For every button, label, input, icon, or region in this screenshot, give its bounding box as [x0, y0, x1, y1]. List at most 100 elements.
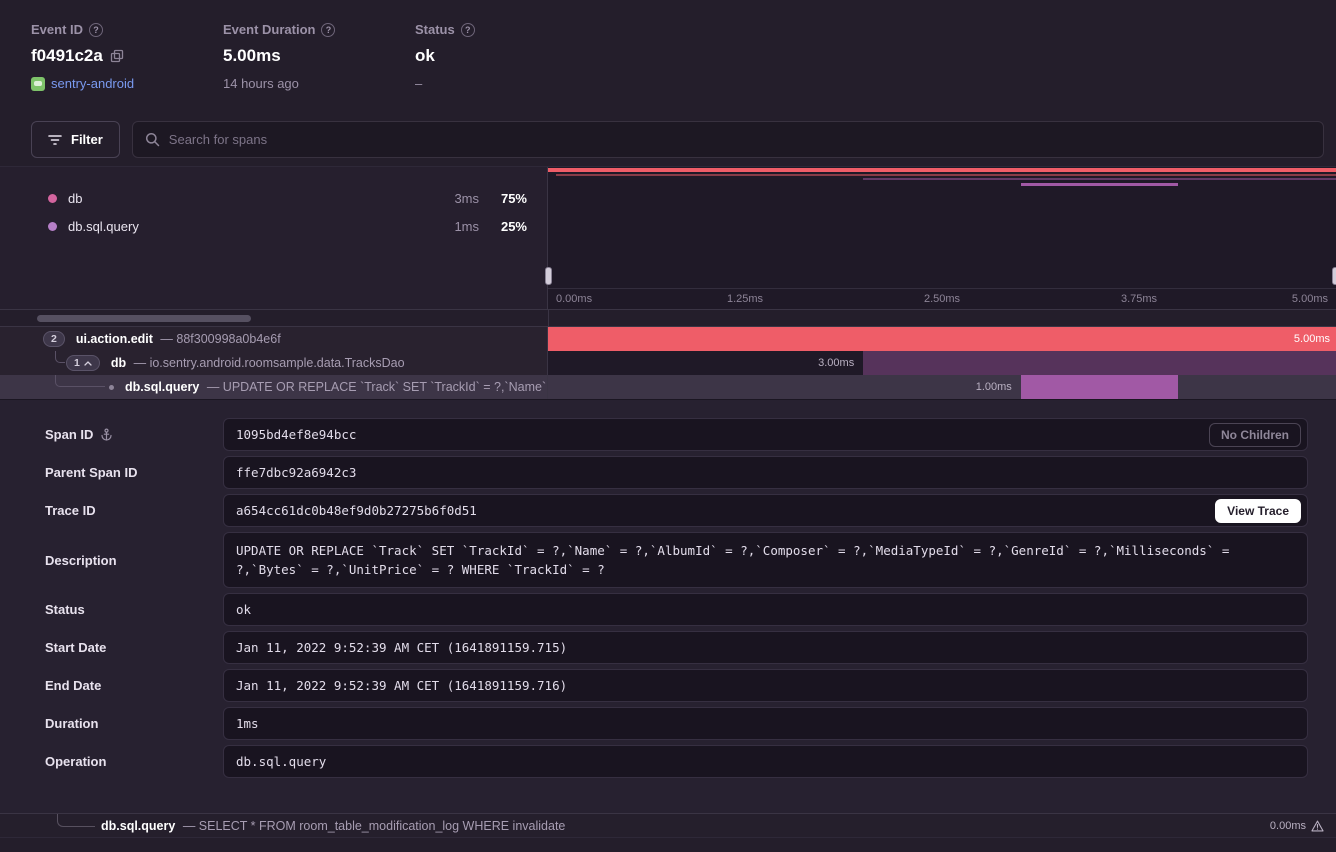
span-duration-label: 0.00ms	[1270, 820, 1306, 832]
span-title: db.sql.query — SELECT * FROM room_table_…	[101, 819, 565, 833]
project-link[interactable]: sentry-android	[51, 76, 134, 91]
ops-breakdown-row-db-sql-query[interactable]: db.sql.query 1ms 25%	[0, 212, 547, 240]
copy-icon[interactable]	[110, 49, 124, 63]
filter-button[interactable]: Filter	[31, 121, 120, 158]
description-text: UPDATE OR REPLACE `Track` SET `TrackId` …	[236, 541, 1295, 579]
anchor-icon[interactable]	[100, 428, 113, 441]
span-row-tree-cell: 2 ui.action.edit — 88f300998a0b4e6f	[0, 327, 548, 351]
status-value: ok	[415, 46, 607, 66]
trace-id-text: a654cc61dc0b48ef9d0b27275b6f0d51	[236, 503, 477, 518]
span-row-bar-cell: 1.00ms	[548, 375, 1336, 399]
span-row-db-sql-query-selected[interactable]: db.sql.query — UPDATE OR REPLACE `Track`…	[0, 375, 1336, 399]
op-percentage: 75%	[479, 191, 527, 206]
project-icon	[31, 77, 45, 91]
minimap-span-ui-action	[548, 168, 1336, 172]
help-icon[interactable]	[89, 23, 103, 37]
event-id-value: f0491c2a	[31, 46, 103, 66]
detail-label-text: Description	[45, 544, 117, 577]
span-op: ui.action.edit	[76, 332, 153, 346]
detail-row-span-id: Span ID 1095bd4ef8e94bcc No Children	[45, 418, 1308, 451]
start-date-value: Jan 11, 2022 9:52:39 AM CET (1641891159.…	[223, 631, 1308, 664]
detail-label-text: Parent Span ID	[45, 456, 137, 489]
description-value: UPDATE OR REPLACE `Track` SET `TrackId` …	[223, 532, 1308, 588]
span-op: db.sql.query	[101, 819, 175, 833]
axis-tick: 2.50ms	[924, 293, 960, 305]
span-title: ui.action.edit — 88f300998a0b4e6f	[76, 332, 281, 346]
event-id-value-row: f0491c2a	[31, 46, 223, 66]
span-op: db	[111, 356, 126, 370]
op-duration: 1ms	[431, 219, 479, 234]
op-name: db	[68, 191, 431, 206]
axis-tick: 1.25ms	[727, 293, 763, 305]
tree-connector	[57, 814, 95, 827]
detail-row-description: Description UPDATE OR REPLACE `Track` SE…	[45, 532, 1308, 588]
help-icon[interactable]	[461, 23, 475, 37]
span-children-count: 1	[74, 357, 80, 369]
span-description: — io.sentry.android.roomsample.data.Trac…	[134, 356, 405, 370]
horizontal-scrollbar[interactable]	[37, 315, 251, 322]
op-name: db.sql.query	[68, 219, 431, 234]
event-header: Event ID f0491c2a sentry-android Event	[0, 0, 1336, 112]
axis-tick: 5.00ms	[1292, 293, 1328, 305]
span-title: db — io.sentry.android.roomsample.data.T…	[111, 356, 405, 370]
span-duration-bar[interactable]	[1021, 375, 1179, 399]
detail-label-text: Operation	[45, 745, 106, 778]
event-duration-label: Event Duration	[223, 22, 315, 37]
end-date-value: Jan 11, 2022 9:52:39 AM CET (1641891159.…	[223, 669, 1308, 702]
span-duration-bar[interactable]: 5.00ms	[548, 327, 1336, 351]
event-id-label: Event ID	[31, 22, 83, 37]
span-description: — SELECT * FROM room_table_modification_…	[183, 819, 566, 833]
event-duration-ago: 14 hours ago	[223, 76, 415, 91]
detail-label-text: Duration	[45, 707, 98, 740]
parent-span-id-text: ffe7dbc92a6942c3	[236, 465, 356, 480]
span-id-value: 1095bd4ef8e94bcc No Children	[223, 418, 1308, 451]
span-children-badge[interactable]: 2	[43, 331, 65, 347]
span-title: db.sql.query — UPDATE OR REPLACE `Track`…	[125, 380, 547, 394]
tree-connector	[55, 375, 105, 387]
end-date-text: Jan 11, 2022 9:52:39 AM CET (1641891159.…	[236, 678, 567, 693]
op-color-dot	[48, 194, 57, 203]
span-duration-label: 1.00ms	[976, 375, 1012, 399]
event-duration-column: Event Duration 5.00ms 14 hours ago	[223, 22, 415, 112]
event-id-column: Event ID f0491c2a sentry-android	[31, 22, 223, 112]
status-label-row: Status	[415, 22, 607, 37]
span-tree: 2 ui.action.edit — 88f300998a0b4e6f 5.00…	[0, 327, 1336, 399]
span-row-db[interactable]: 1 db — io.sentry.android.roomsample.data…	[0, 351, 1336, 375]
search-input[interactable]	[169, 132, 1311, 147]
span-detail-panel: Span ID 1095bd4ef8e94bcc No Children Par…	[0, 399, 1336, 813]
project-row: sentry-android	[31, 76, 223, 91]
span-row-meta: 0.00ms	[1270, 820, 1336, 832]
span-row-tree-cell: db.sql.query — UPDATE OR REPLACE `Track`…	[0, 375, 548, 399]
search-icon	[145, 132, 160, 147]
detail-label-text: End Date	[45, 669, 101, 702]
span-row-db-sql-query-select[interactable]: db.sql.query — SELECT * FROM room_table_…	[0, 813, 1336, 838]
warning-icon	[1311, 820, 1324, 832]
span-op: db.sql.query	[125, 380, 199, 394]
duration-text: 1ms	[236, 716, 259, 731]
filter-button-label: Filter	[71, 132, 103, 147]
parent-span-id-value: ffe7dbc92a6942c3	[223, 456, 1308, 489]
minimap-handle-left[interactable]	[545, 267, 552, 285]
no-children-button[interactable]: No Children	[1209, 423, 1301, 447]
event-id-label-row: Event ID	[31, 22, 223, 37]
span-row-ui-action-edit[interactable]: 2 ui.action.edit — 88f300998a0b4e6f 5.00…	[0, 327, 1336, 351]
event-duration-value: 5.00ms	[223, 46, 415, 66]
minimap-chart[interactable]: 0.00ms 1.25ms 2.50ms 3.75ms 5.00ms	[548, 167, 1336, 309]
minimap-handle-right[interactable]	[1332, 267, 1336, 285]
span-duration-bar[interactable]	[863, 351, 1336, 375]
op-percentage: 25%	[479, 219, 527, 234]
detail-row-status: Status ok	[45, 593, 1308, 626]
search-bar	[132, 121, 1324, 158]
detail-label-text: Trace ID	[45, 494, 96, 527]
duration-value: 1ms	[223, 707, 1308, 740]
toolbar: Filter	[31, 121, 1324, 158]
help-icon[interactable]	[321, 23, 335, 37]
span-children-count: 2	[51, 333, 57, 345]
ops-breakdown-row-db[interactable]: db 3ms 75%	[0, 184, 547, 212]
detail-row-operation: Operation db.sql.query	[45, 745, 1308, 778]
span-children-badge[interactable]: 1	[66, 355, 100, 371]
status-text: ok	[236, 602, 251, 617]
view-trace-button[interactable]: View Trace	[1215, 499, 1301, 523]
trace-id-value: a654cc61dc0b48ef9d0b27275b6f0d51 View Tr…	[223, 494, 1308, 527]
status-sub: –	[415, 76, 607, 91]
